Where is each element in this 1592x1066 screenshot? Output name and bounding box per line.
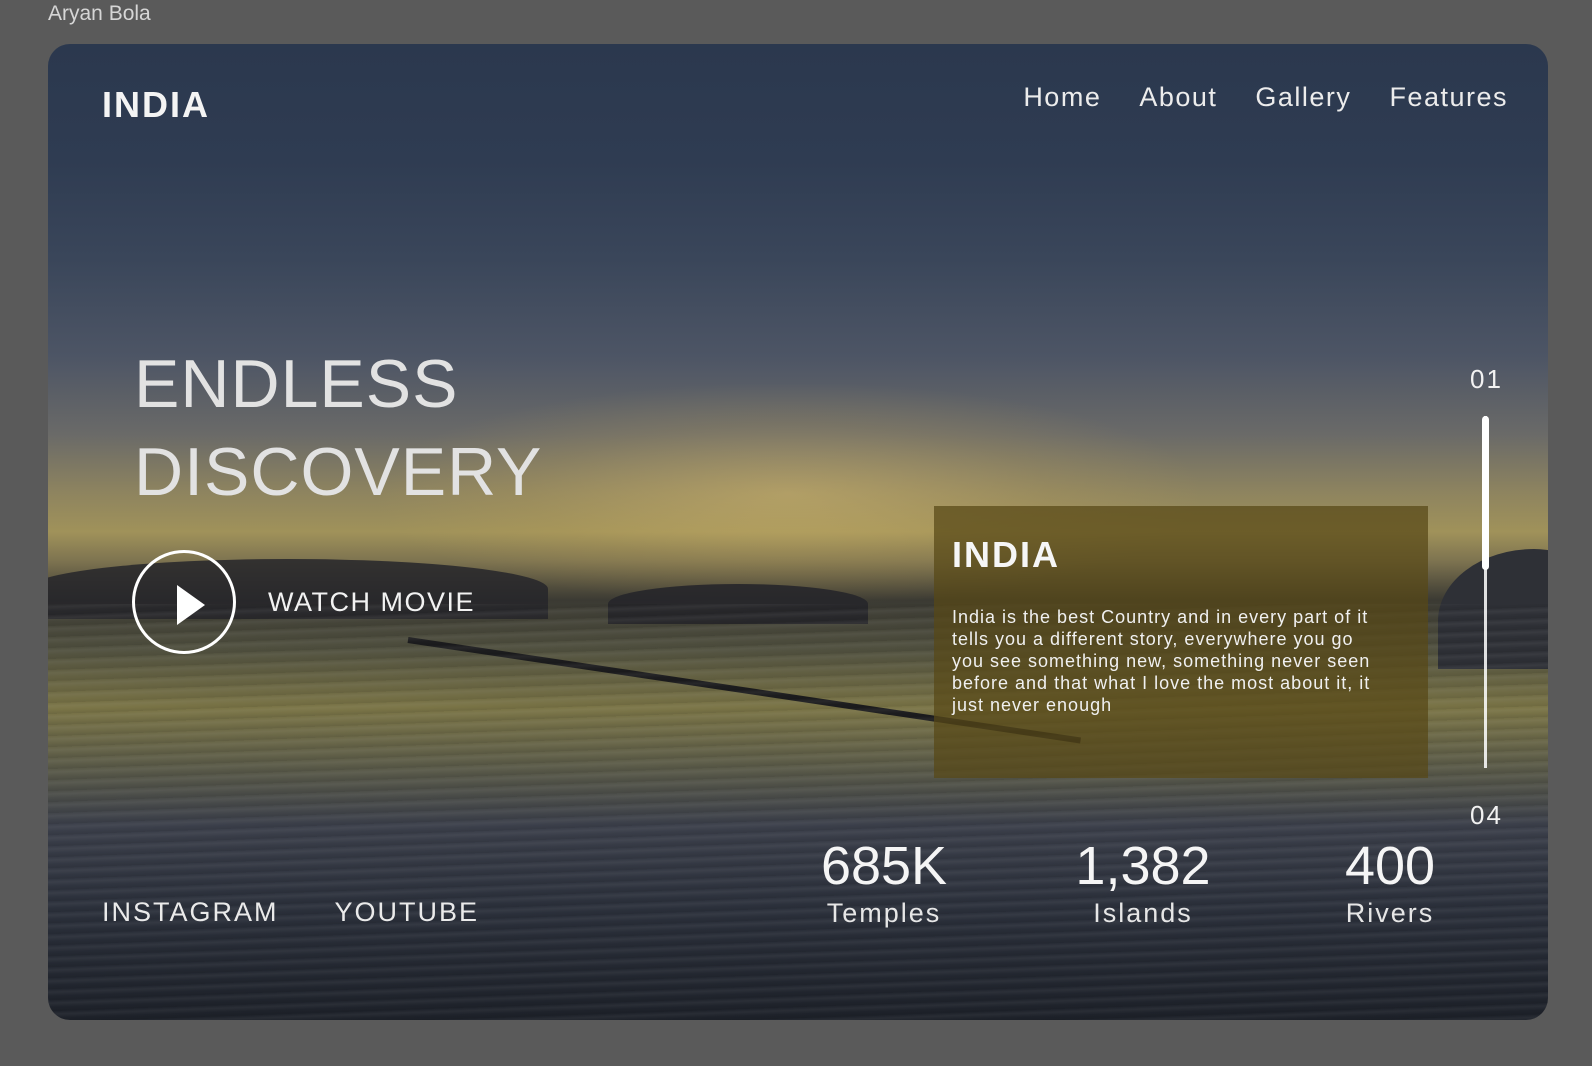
- slide-progress-thumb[interactable]: [1482, 416, 1489, 570]
- watch-movie-button[interactable]: WATCH MOVIE: [132, 550, 475, 654]
- hero-title-line-2: DISCOVERY: [134, 434, 543, 510]
- social-links: INSTAGRAM YOUTUBE: [102, 897, 479, 928]
- info-card-title: INDIA: [952, 534, 1060, 575]
- nav-features[interactable]: Features: [1389, 82, 1508, 113]
- info-card: INDIA India is the best Country and in e…: [934, 506, 1428, 778]
- play-icon[interactable]: [132, 550, 236, 654]
- slide-start-number: 01: [1470, 364, 1503, 394]
- author-name: Aryan Bola: [48, 2, 151, 25]
- hero-title: ENDLESS DISCOVERY: [134, 340, 542, 516]
- nav-about[interactable]: About: [1139, 82, 1217, 113]
- instagram-link[interactable]: INSTAGRAM: [102, 897, 279, 928]
- main-nav: Home About Gallery Features: [1023, 82, 1508, 113]
- stat-islands: 1,382 Islands: [1048, 836, 1238, 930]
- play-triangle-icon: [177, 585, 205, 625]
- brand-logo[interactable]: INDIA: [102, 84, 210, 126]
- info-card-text: India is the best Country and in every p…: [952, 607, 1371, 715]
- slide-end-number: 04: [1470, 800, 1503, 830]
- stat-value: 1,382: [1075, 836, 1211, 896]
- stat-value: 400: [1344, 836, 1436, 896]
- hero-title-line-1: ENDLESS: [134, 346, 459, 422]
- stat-value: 685K: [820, 836, 948, 896]
- stat-label: Rivers: [1345, 898, 1435, 928]
- youtube-link[interactable]: YOUTUBE: [335, 897, 480, 928]
- watch-movie-label[interactable]: WATCH MOVIE: [268, 587, 475, 618]
- nav-home[interactable]: Home: [1023, 82, 1101, 113]
- stat-temples: 685K Temples: [788, 836, 980, 930]
- stat-label: Temples: [826, 898, 942, 928]
- nav-gallery[interactable]: Gallery: [1255, 82, 1351, 113]
- stat-rivers: 400 Rivers: [1298, 836, 1482, 930]
- stat-label: Islands: [1093, 898, 1193, 928]
- hero-frame: INDIA Home About Gallery Features ENDLES…: [48, 44, 1548, 1020]
